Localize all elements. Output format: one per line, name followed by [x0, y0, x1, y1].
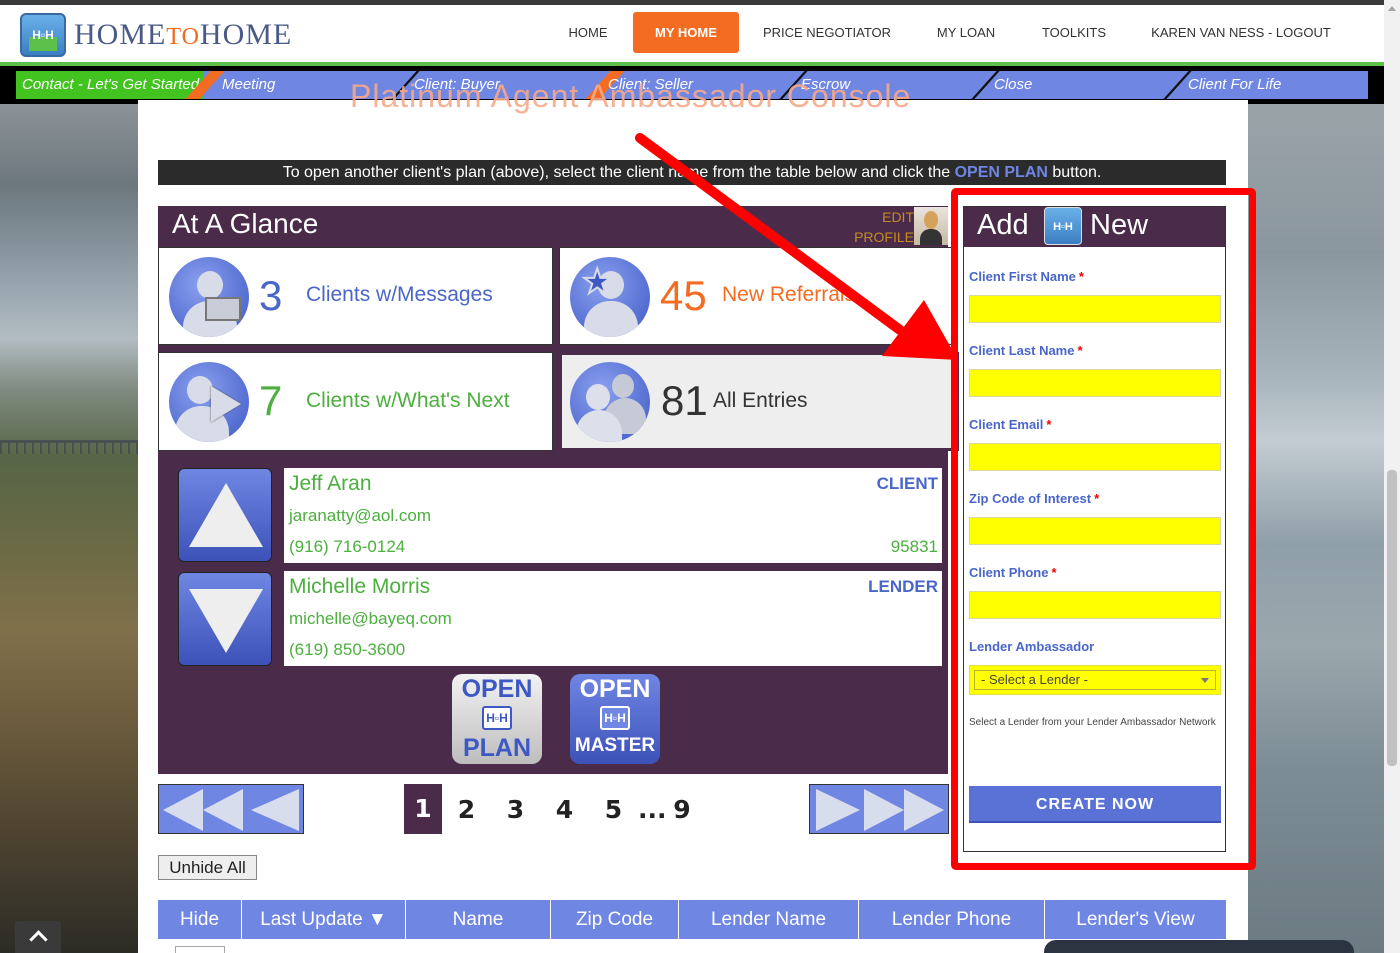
fast-forward-icon — [864, 789, 904, 831]
list-item[interactable]: Jeff Aran jaranatty@aol.com (916) 716-01… — [284, 468, 942, 563]
chat-widget-bar[interactable] — [1044, 940, 1354, 953]
open-master-label-1: OPEN — [579, 675, 651, 703]
agent-avatar[interactable] — [914, 207, 948, 245]
master-house-icon: H▫H — [600, 706, 630, 730]
nav-my-loan[interactable]: MY LOAN — [928, 12, 1004, 53]
col-zip-code[interactable]: Zip Code — [551, 900, 679, 939]
rewind-icon — [163, 789, 203, 831]
messages-label: Clients w/Messages — [306, 283, 493, 306]
instruction-bar: To open another client's plan (above), s… — [158, 160, 1226, 185]
col-last-update[interactable]: Last Update ▼ — [242, 900, 406, 939]
annotation-highlight-box — [951, 188, 1256, 870]
pier — [0, 440, 138, 454]
page-link[interactable]: 5 — [589, 795, 638, 824]
background-landscape-right — [1248, 100, 1384, 953]
at-a-glance-title: At A Glance — [172, 208, 319, 239]
entry-phone: (619) 850-3600 — [289, 640, 406, 659]
back-to-top-button[interactable] — [15, 921, 61, 953]
entry-role: LENDER — [868, 577, 938, 596]
triangle-down-icon — [189, 589, 263, 653]
step-meeting[interactable]: Meeting — [218, 71, 275, 99]
page-link[interactable]: 2 — [442, 795, 491, 824]
edit-profile-link[interactable]: EDIT PROFILE — [838, 207, 914, 247]
all-entries-label: All Entries — [713, 389, 808, 412]
col-lender-name[interactable]: Lender Name — [679, 900, 859, 939]
page-link[interactable]: 4 — [540, 795, 589, 824]
nav-logout[interactable]: KAREN VAN NESS - LOGOUT — [1144, 12, 1338, 53]
nav-price-negotiator[interactable]: PRICE NEGOTIATOR — [756, 12, 898, 53]
entry-name: Michelle Morris — [289, 575, 431, 598]
scrollbar-thumb[interactable] — [1387, 470, 1397, 766]
table-row[interactable] — [175, 946, 225, 953]
list-item[interactable]: Michelle Morris michelle@bayeq.com (619)… — [284, 571, 942, 666]
instruction-text-end: button. — [1052, 164, 1102, 181]
col-lenders-view[interactable]: Lender's View — [1045, 900, 1226, 939]
open-master-label-2: MASTER — [574, 735, 656, 756]
scroll-up-button[interactable] — [178, 468, 272, 562]
step-contact[interactable]: Contact - Let's Get Started — [16, 71, 204, 99]
plan-house-icon: H▫H — [482, 706, 512, 730]
site-header: H▫H HOMETOHOME HOME MY HOME PRICE NEGOTI… — [0, 5, 1384, 62]
person-envelope-icon — [169, 257, 249, 337]
group-icon — [570, 362, 650, 442]
col-lender-phone[interactable]: Lender Phone — [859, 900, 1045, 939]
step-close[interactable]: Close — [994, 71, 1032, 99]
col-hide[interactable]: Hide — [158, 900, 242, 939]
last-page-button[interactable] — [809, 784, 949, 834]
entry-name: Jeff Aran — [289, 472, 372, 495]
card-new-referrals[interactable]: ★ 45 New Referrals — [559, 247, 954, 345]
logo-wordmark: HOMETOHOME — [74, 18, 293, 51]
referrals-count: 45 — [660, 272, 707, 319]
page-ellipsis: ... — [638, 794, 667, 824]
entry-role: CLIENT — [876, 474, 938, 493]
open-plan-button[interactable]: OPEN H▫H PLAN — [452, 674, 542, 764]
background-landscape-left — [0, 100, 138, 953]
edit-profile-label-2: PROFILE — [854, 229, 914, 245]
page-current[interactable]: 1 — [404, 784, 442, 834]
person-star-icon: ★ — [570, 257, 650, 337]
card-whats-next[interactable]: 7 Clients w/What's Next — [158, 352, 553, 451]
table-header: Hide Last Update ▼ Name Zip Code Lender … — [158, 900, 1226, 939]
entry-email[interactable]: jaranatty@aol.com — [289, 506, 431, 526]
prev-page-icon — [251, 789, 299, 831]
first-page-button[interactable] — [158, 784, 304, 834]
page-link[interactable]: 3 — [491, 795, 540, 824]
open-master-button[interactable]: OPEN H▫H MASTER — [570, 674, 660, 764]
site-logo[interactable]: H▫H HOMETOHOME — [20, 12, 292, 58]
next-page-icon — [816, 789, 860, 831]
pagination: 1 2 3 4 5 ... 9 — [404, 784, 704, 834]
logo-house-icon: H▫H — [20, 13, 66, 57]
open-plan-label-2: PLAN — [462, 734, 532, 762]
console-title: Platinum Agent Ambassador Console — [350, 78, 912, 114]
card-clients-messages[interactable]: 3 Clients w/Messages — [158, 247, 553, 345]
messages-count: 3 — [259, 272, 283, 319]
open-plan-link[interactable]: OPEN PLAN — [955, 164, 1048, 181]
page-link-last[interactable]: 9 — [660, 795, 704, 824]
col-name[interactable]: Name — [406, 900, 551, 939]
fast-forward-icon-2 — [904, 789, 944, 831]
entry-zip: 95831 — [890, 537, 938, 556]
whats-next-count: 7 — [259, 377, 283, 424]
unhide-all-button[interactable]: Unhide All — [158, 855, 257, 880]
edit-profile-label-1: EDIT — [882, 209, 914, 225]
nav-toolkits[interactable]: TOOLKITS — [1034, 12, 1114, 53]
page-scrollbar[interactable] — [1384, 0, 1400, 953]
referrals-label: New Referrals — [722, 283, 856, 306]
instruction-text: To open another client's plan (above), s… — [282, 164, 951, 181]
all-entries-count: 81 — [661, 377, 708, 424]
nav-my-home[interactable]: MY HOME — [633, 12, 739, 53]
person-play-icon — [169, 362, 249, 442]
card-all-entries[interactable]: 81 All Entries — [559, 352, 959, 451]
entry-phone: (916) 716-0124 — [289, 537, 406, 556]
scroll-down-button[interactable] — [178, 572, 272, 666]
nav-home[interactable]: HOME — [552, 12, 624, 53]
entry-email[interactable]: michelle@bayeq.com — [289, 609, 452, 629]
scroll-up-arrow-icon[interactable] — [1388, 6, 1396, 11]
step-client-for-life[interactable]: Client For Life — [1188, 71, 1281, 99]
whats-next-label: Clients w/What's Next — [306, 389, 510, 412]
open-plan-label-1: OPEN — [461, 675, 533, 703]
triangle-up-icon — [189, 483, 263, 547]
rewind-icon-2 — [203, 789, 243, 831]
